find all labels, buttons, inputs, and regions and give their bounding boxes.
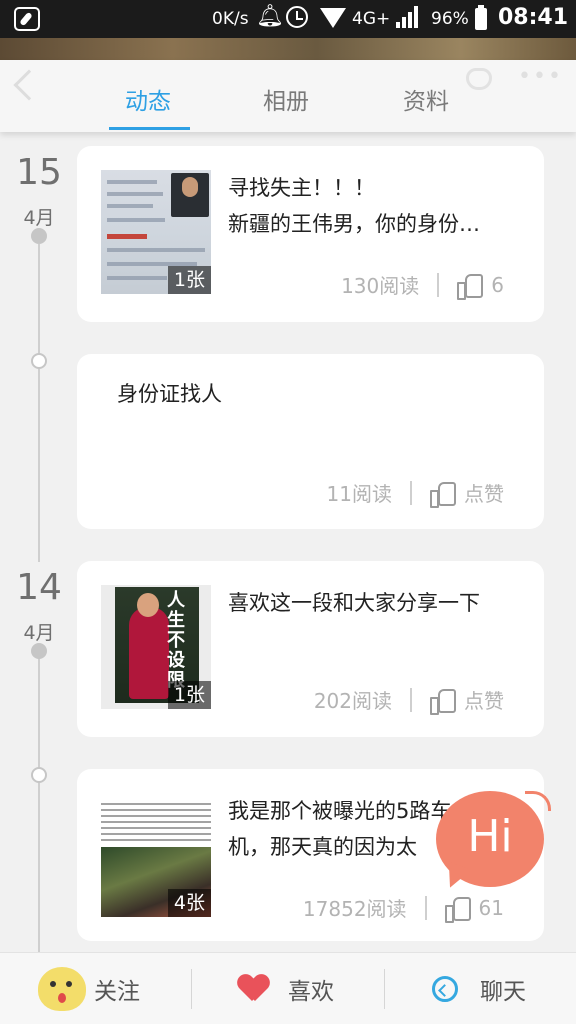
- signal-icon: [396, 6, 418, 28]
- alarm-icon: [286, 6, 308, 28]
- heart-icon: [238, 975, 268, 1003]
- like-button[interactable]: 点赞: [464, 685, 504, 714]
- date-day: 15: [16, 152, 62, 193]
- tab-indicator: [109, 127, 190, 130]
- like-label: 喜欢: [288, 979, 334, 1005]
- tab-bar: ••• 动态 相册 资料: [0, 60, 576, 132]
- chat-label: 聊天: [480, 979, 526, 1005]
- post-description: 新疆的王伟男，你的身份…: [228, 212, 480, 236]
- tab-profile[interactable]: 资料: [403, 82, 449, 116]
- read-count: 202阅读: [313, 689, 392, 713]
- post-thumbnail[interactable]: 人生不设限 1张: [101, 585, 211, 709]
- like-button[interactable]: 喜欢: [238, 953, 334, 1024]
- divider: [384, 969, 385, 1009]
- image-count-badge: 1张: [167, 266, 211, 294]
- follow-label: 关注: [94, 979, 140, 1005]
- clock: 08:41: [498, 5, 569, 30]
- like-count[interactable]: 61: [479, 896, 504, 920]
- book-cover-title: 人生不设限: [167, 590, 185, 691]
- like-button[interactable]: 点赞: [464, 478, 504, 507]
- chat-button[interactable]: 聊天: [432, 953, 526, 1024]
- back-icon[interactable]: [13, 69, 45, 101]
- post-meta: 11阅读 点赞: [326, 478, 504, 508]
- read-count: 11阅读: [326, 482, 392, 506]
- more-icon[interactable]: •••: [518, 64, 563, 89]
- image-count-badge: 4张: [167, 889, 211, 917]
- post-meta: 130阅读 6: [341, 270, 504, 300]
- date-month: 4月: [23, 207, 55, 229]
- post-card[interactable]: 身份证找人 11阅读 点赞: [77, 354, 544, 529]
- profile-banner: [0, 38, 576, 60]
- date-month: 4月: [23, 622, 55, 644]
- read-count: 130阅读: [341, 274, 420, 298]
- divider: [191, 969, 192, 1009]
- wifi-icon: [320, 8, 346, 28]
- post-card[interactable]: 1张 寻找失主！！！ 新疆的王伟男，你的身份… 130阅读 6: [77, 146, 544, 322]
- post-title: 寻找失主！！！: [228, 176, 375, 200]
- thumbs-up-icon[interactable]: [430, 481, 456, 508]
- post-title: 我是那个被曝光的5路车: [228, 799, 452, 823]
- tab-dynamics[interactable]: 动态: [125, 82, 171, 116]
- network-type: 4G+: [352, 9, 391, 29]
- post-title: 身份证找人: [117, 382, 222, 406]
- thumbs-up-icon[interactable]: [444, 896, 471, 923]
- thumbs-up-icon[interactable]: [430, 688, 456, 715]
- read-count: 17852阅读: [302, 897, 407, 921]
- tab-album[interactable]: 相册: [263, 82, 309, 116]
- post-title: 喜欢这一段和大家分享一下: [228, 591, 480, 615]
- post-meta: 17852阅读 61: [302, 893, 504, 923]
- network-speed: 0K/s: [212, 9, 249, 29]
- like-count[interactable]: 6: [491, 273, 504, 297]
- compass-icon: [14, 7, 40, 31]
- date-day: 14: [16, 567, 62, 608]
- post-card[interactable]: 人生不设限 1张 喜欢这一段和大家分享一下 202阅读 点赞: [77, 561, 544, 737]
- bell-icon: 🔔︎: [256, 4, 284, 29]
- post-thumbnail[interactable]: 4张: [101, 793, 211, 917]
- timeline-line: [38, 244, 40, 562]
- timeline-dot: [31, 643, 47, 659]
- mascot-icon: [38, 967, 86, 1011]
- thumbs-up-icon[interactable]: [457, 273, 484, 300]
- heart-outline-icon[interactable]: [466, 68, 492, 90]
- wave-icon: [525, 791, 551, 811]
- status-bar: 0K/s 🔔︎ 4G+ 96% 08:41: [0, 0, 576, 38]
- timeline-line: [38, 658, 40, 952]
- battery-icon: [475, 5, 487, 30]
- image-count-badge: 1张: [167, 681, 211, 709]
- timeline-dot: [31, 767, 47, 783]
- post-description: 机，那天真的因为太: [228, 835, 417, 859]
- chat-icon: [432, 976, 458, 1002]
- post-meta: 202阅读 点赞: [313, 685, 504, 715]
- follow-button[interactable]: 关注: [38, 953, 140, 1024]
- bottom-action-bar: 关注 喜欢 聊天: [0, 952, 576, 1024]
- post-thumbnail[interactable]: 1张: [101, 170, 211, 294]
- timeline-dot: [31, 353, 47, 369]
- battery-percent: 96%: [431, 9, 469, 29]
- timeline-dot: [31, 228, 47, 244]
